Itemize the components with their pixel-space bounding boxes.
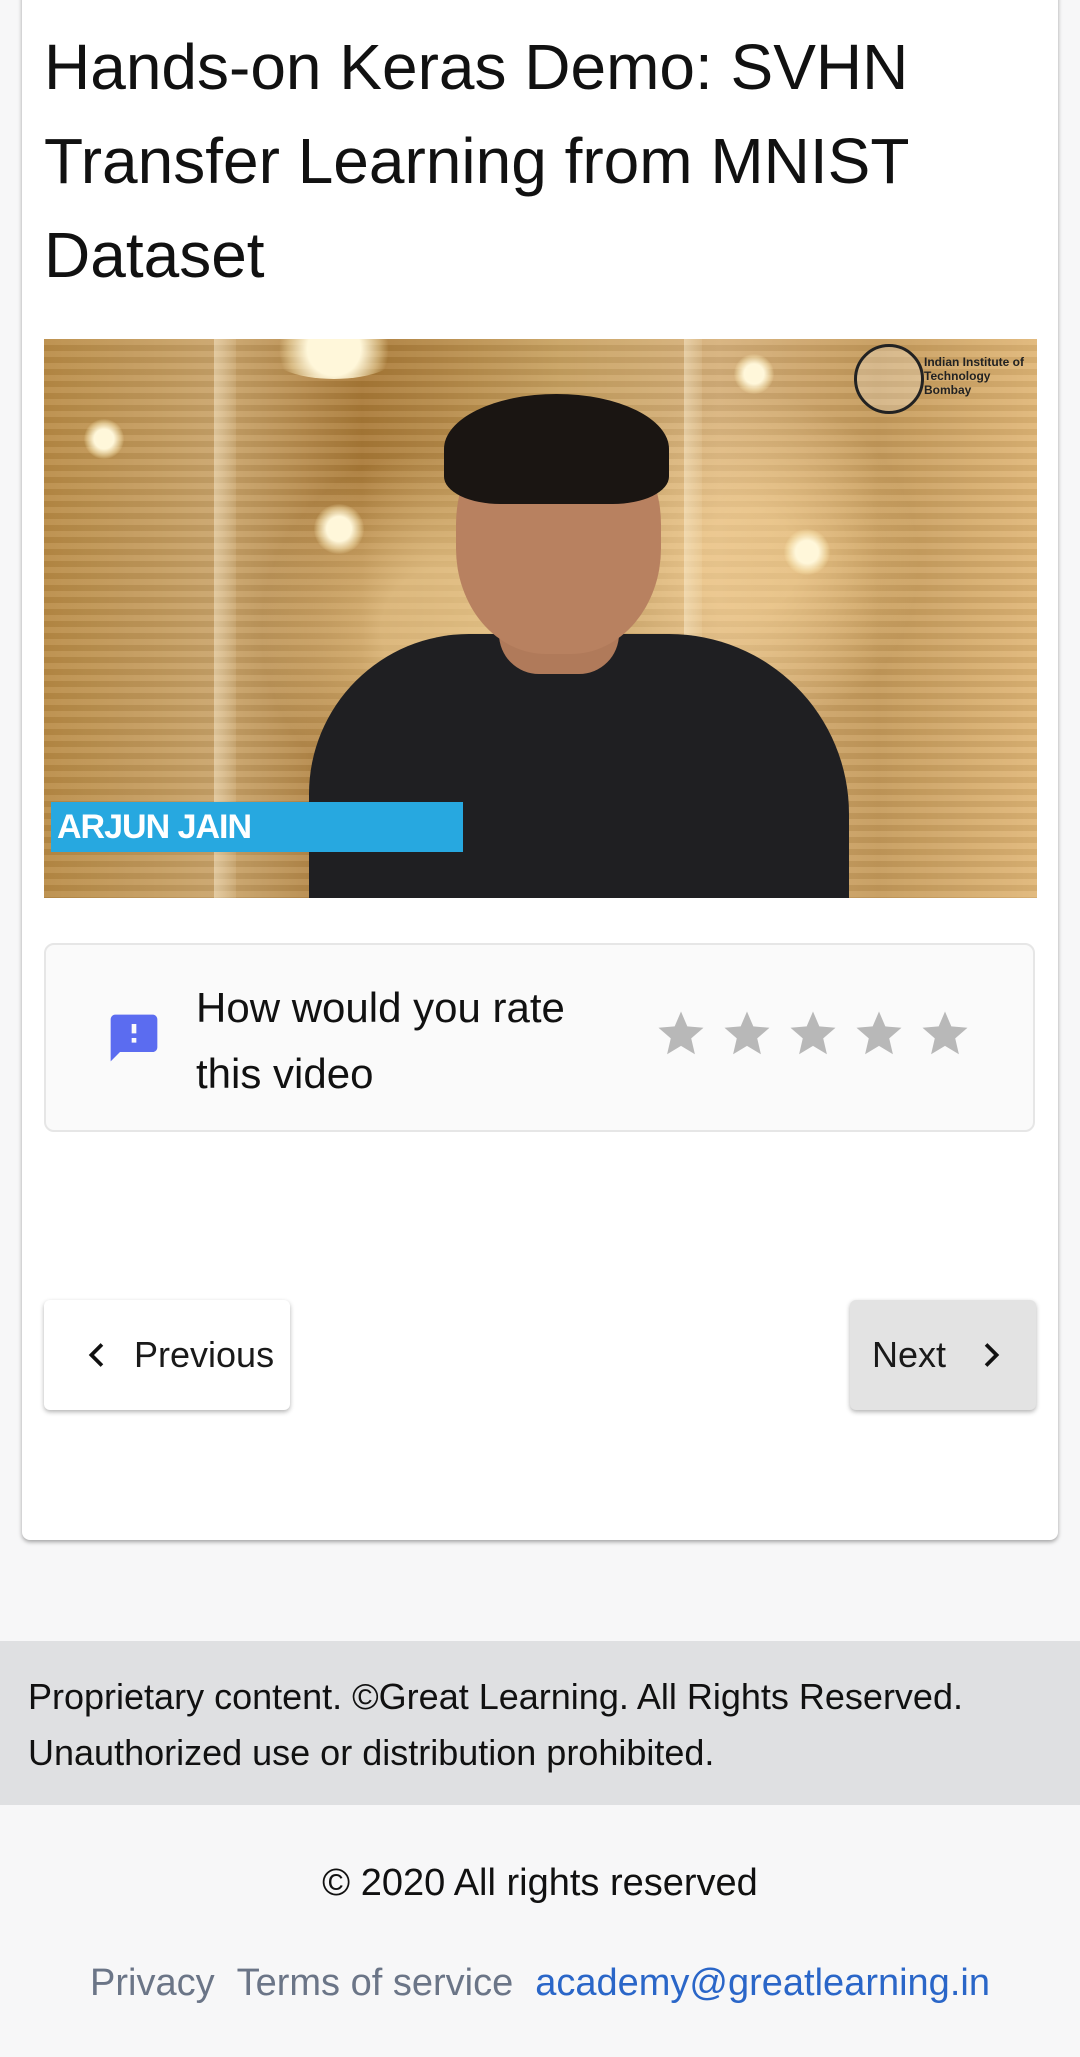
previous-button[interactable]: Previous — [44, 1300, 290, 1410]
star-icon-5[interactable] — [918, 1007, 972, 1061]
contact-email-link[interactable]: academy@greatlearning.in — [535, 1955, 990, 2011]
terms-of-service-link[interactable]: Terms of service — [237, 1955, 514, 2011]
background-lamp — [314, 504, 364, 554]
background-lamp — [784, 529, 830, 575]
star-icon-1[interactable] — [654, 1007, 708, 1061]
background-lamp — [264, 339, 404, 379]
presenter-hair — [444, 394, 669, 504]
next-button-label: Next — [872, 1334, 947, 1375]
chevron-right-icon — [984, 1343, 1000, 1367]
copyright-text: © 2020 All rights reserved — [322, 1862, 758, 1904]
star-icon-3[interactable] — [786, 1007, 840, 1061]
presenter-name-caption: ARJUN JAIN — [51, 802, 463, 852]
background-lamp — [734, 354, 774, 394]
video-rating-panel: How would you rate this video — [44, 943, 1035, 1132]
star-rating — [654, 1007, 972, 1061]
page-title: Hands-on Keras Demo: SVHN Transfer Learn… — [44, 31, 909, 291]
footer-links: Privacy Terms of service academy@greatle… — [0, 1955, 1080, 2011]
institute-logo-text: Indian Institute of Technology Bombay — [924, 355, 1024, 397]
star-icon-4[interactable] — [852, 1007, 906, 1061]
next-button[interactable]: Next — [850, 1300, 1036, 1410]
video-player[interactable]: Indian Institute of Technology Bombay AR… — [44, 339, 1037, 898]
previous-button-label: Previous — [134, 1334, 275, 1375]
feedback-icon — [110, 1014, 158, 1062]
star-icon-2[interactable] — [720, 1007, 774, 1061]
privacy-link[interactable]: Privacy — [90, 1955, 215, 2011]
proprietary-notice: Proprietary content. ©Great Learning. Al… — [0, 1641, 1080, 1805]
background-lamp — [84, 419, 124, 459]
institute-logo-icon — [854, 344, 924, 414]
chevron-left-icon — [88, 1343, 104, 1367]
rating-prompt: How would you rate this video — [196, 984, 565, 1097]
